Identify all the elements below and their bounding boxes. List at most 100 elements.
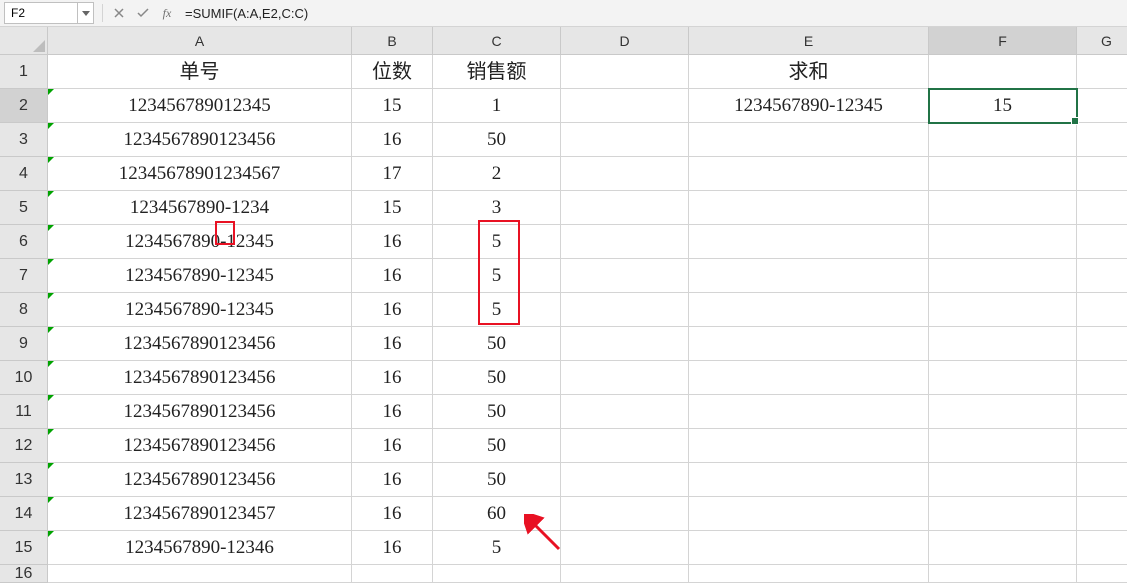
cell-B13[interactable]: 16 — [352, 463, 433, 497]
cancel-button[interactable] — [107, 2, 131, 24]
cell-G12[interactable] — [1077, 429, 1127, 463]
cell-A4[interactable]: 12345678901234567 — [48, 157, 352, 191]
column-header-d[interactable]: D — [561, 27, 689, 55]
cell-D7[interactable] — [561, 259, 689, 293]
cell-A10[interactable]: 1234567890123456 — [48, 361, 352, 395]
cell-F8[interactable] — [929, 293, 1077, 327]
cell-C12[interactable]: 50 — [433, 429, 561, 463]
cell-B14[interactable]: 16 — [352, 497, 433, 531]
name-box-input[interactable] — [5, 3, 77, 23]
cell-G7[interactable] — [1077, 259, 1127, 293]
row-header-8[interactable]: 8 — [0, 293, 48, 327]
row-header-15[interactable]: 15 — [0, 531, 48, 565]
cell-A8[interactable]: 1234567890-12345 — [48, 293, 352, 327]
cell-C7[interactable]: 5 — [433, 259, 561, 293]
cell-A13[interactable]: 1234567890123456 — [48, 463, 352, 497]
cell-C10[interactable]: 50 — [433, 361, 561, 395]
column-header-g[interactable]: G — [1077, 27, 1127, 55]
cell-E5[interactable] — [689, 191, 929, 225]
cell-B2[interactable]: 15 — [352, 89, 433, 123]
cell-E9[interactable] — [689, 327, 929, 361]
column-header-a[interactable]: A — [48, 27, 352, 55]
cell-E14[interactable] — [689, 497, 929, 531]
cell-E10[interactable] — [689, 361, 929, 395]
cell-G10[interactable] — [1077, 361, 1127, 395]
cell-G15[interactable] — [1077, 531, 1127, 565]
row-header-10[interactable]: 10 — [0, 361, 48, 395]
cell-F12[interactable] — [929, 429, 1077, 463]
row-header-4[interactable]: 4 — [0, 157, 48, 191]
cell-E4[interactable] — [689, 157, 929, 191]
cell-G13[interactable] — [1077, 463, 1127, 497]
cell-B5[interactable]: 15 — [352, 191, 433, 225]
cell-F10[interactable] — [929, 361, 1077, 395]
cell-A16[interactable] — [48, 565, 352, 583]
cell-F14[interactable] — [929, 497, 1077, 531]
cell-F11[interactable] — [929, 395, 1077, 429]
cell-G14[interactable] — [1077, 497, 1127, 531]
cell-F16[interactable] — [929, 565, 1077, 583]
cell-D14[interactable] — [561, 497, 689, 531]
cell-C15[interactable]: 5 — [433, 531, 561, 565]
cell-D2[interactable] — [561, 89, 689, 123]
cell-D11[interactable] — [561, 395, 689, 429]
cell-B8[interactable]: 16 — [352, 293, 433, 327]
cell-F1[interactable] — [929, 55, 1077, 89]
cell-C13[interactable]: 50 — [433, 463, 561, 497]
cell-E8[interactable] — [689, 293, 929, 327]
column-header-c[interactable]: C — [433, 27, 561, 55]
cell-G11[interactable] — [1077, 395, 1127, 429]
cell-F13[interactable] — [929, 463, 1077, 497]
cell-B9[interactable]: 16 — [352, 327, 433, 361]
cell-F6[interactable] — [929, 225, 1077, 259]
cell-G9[interactable] — [1077, 327, 1127, 361]
cell-D13[interactable] — [561, 463, 689, 497]
cell-G3[interactable] — [1077, 123, 1127, 157]
row-header-7[interactable]: 7 — [0, 259, 48, 293]
cell-B3[interactable]: 16 — [352, 123, 433, 157]
column-header-e[interactable]: E — [689, 27, 929, 55]
cell-C8[interactable]: 5 — [433, 293, 561, 327]
cell-G16[interactable] — [1077, 565, 1127, 583]
cell-F9[interactable] — [929, 327, 1077, 361]
name-box[interactable] — [4, 2, 94, 24]
cell-B10[interactable]: 16 — [352, 361, 433, 395]
cell-B12[interactable]: 16 — [352, 429, 433, 463]
cell-D12[interactable] — [561, 429, 689, 463]
cell-G2[interactable] — [1077, 89, 1127, 123]
cell-G1[interactable] — [1077, 55, 1127, 89]
row-header-2[interactable]: 2 — [0, 89, 48, 123]
cell-B16[interactable] — [352, 565, 433, 583]
cell-D3[interactable] — [561, 123, 689, 157]
cell-F2[interactable]: 15 — [929, 89, 1077, 123]
cell-E15[interactable] — [689, 531, 929, 565]
cell-G8[interactable] — [1077, 293, 1127, 327]
row-header-5[interactable]: 5 — [0, 191, 48, 225]
cell-E1[interactable]: 求和 — [689, 55, 929, 89]
cell-C6[interactable]: 5 — [433, 225, 561, 259]
cell-A11[interactable]: 1234567890123456 — [48, 395, 352, 429]
cell-C4[interactable]: 2 — [433, 157, 561, 191]
cell-B7[interactable]: 16 — [352, 259, 433, 293]
cell-A1[interactable]: 单号 — [48, 55, 352, 89]
cell-B6[interactable]: 16 — [352, 225, 433, 259]
cell-E3[interactable] — [689, 123, 929, 157]
cell-E7[interactable] — [689, 259, 929, 293]
select-all-corner[interactable] — [0, 27, 48, 55]
cell-B15[interactable]: 16 — [352, 531, 433, 565]
cell-D9[interactable] — [561, 327, 689, 361]
cell-C9[interactable]: 50 — [433, 327, 561, 361]
cell-A3[interactable]: 1234567890123456 — [48, 123, 352, 157]
cell-F3[interactable] — [929, 123, 1077, 157]
cell-C5[interactable]: 3 — [433, 191, 561, 225]
formula-input[interactable] — [179, 2, 1127, 24]
cell-E13[interactable] — [689, 463, 929, 497]
cell-D6[interactable] — [561, 225, 689, 259]
cell-D1[interactable] — [561, 55, 689, 89]
cell-A2[interactable]: 123456789012345 — [48, 89, 352, 123]
row-header-1[interactable]: 1 — [0, 55, 48, 89]
cell-A15[interactable]: 1234567890-12346 — [48, 531, 352, 565]
cell-B11[interactable]: 16 — [352, 395, 433, 429]
cell-D15[interactable] — [561, 531, 689, 565]
row-header-6[interactable]: 6 — [0, 225, 48, 259]
